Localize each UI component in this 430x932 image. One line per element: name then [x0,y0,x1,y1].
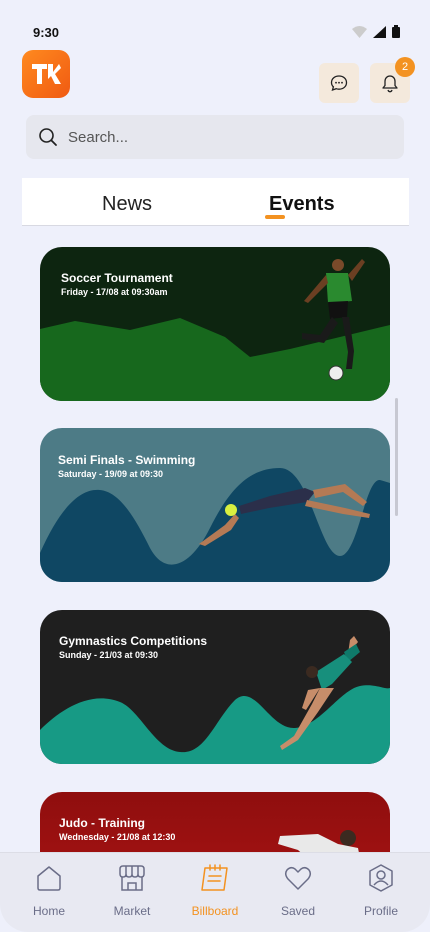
nav-label: Home [32,904,65,918]
home-icon [37,866,61,891]
battery-icon [392,25,400,38]
nav-profile[interactable]: Profile [341,863,421,918]
app-logo[interactable] [22,50,70,98]
bell-icon [382,74,398,92]
scrollbar[interactable] [395,398,398,516]
event-title: Judo - Training [59,816,145,830]
chat-icon [330,75,348,92]
event-title: Soccer Tournament [61,271,173,285]
nav-label: Billboard [191,904,239,918]
nav-home[interactable]: Home [9,863,89,918]
heart-icon [284,866,312,890]
bottom-navigation: Home Market Billboard Saved Profile [0,852,430,932]
tk-logo-icon [32,64,61,84]
nav-saved[interactable]: Saved [258,863,338,918]
wifi-icon [352,25,367,38]
event-date: Saturday - 19/09 at 09:30 [58,469,164,479]
tab-events[interactable]: Events [269,193,335,216]
search-bar[interactable] [26,115,404,159]
event-date: Friday - 17/08 at 09:30am [61,287,168,297]
app-screen: 9:30 2 News [0,0,430,932]
status-time: 9:30 [33,25,60,40]
status-bar: 9:30 [0,0,430,50]
nav-label: Profile [363,904,398,918]
event-card-gymnastics[interactable]: Gymnastics Competitions Sunday - 21/03 a… [40,610,390,764]
soccer-player-image [302,259,365,381]
profile-icon [369,864,393,892]
status-icons [352,25,400,38]
nav-label: Market [113,904,151,918]
messages-button[interactable] [319,63,359,103]
nav-billboard[interactable]: Billboard [175,863,255,918]
nav-market[interactable]: Market [92,863,172,918]
event-title: Semi Finals - Swimming [58,453,196,467]
tab-news[interactable]: News [102,193,152,216]
search-input[interactable] [68,128,368,146]
gymnast-image [280,636,360,750]
content-tabs: News Events [22,178,409,226]
active-tab-indicator [265,215,285,219]
signal-icon [373,25,386,38]
event-title: Gymnastics Competitions [59,634,208,648]
event-card-soccer[interactable]: Soccer Tournament Friday - 17/08 at 09:3… [40,247,390,401]
billboard-icon [201,864,228,891]
notification-badge: 2 [395,57,415,77]
swimmer-image [199,484,370,546]
market-icon [119,865,145,891]
event-date: Sunday - 21/03 at 09:30 [59,650,159,660]
search-icon [39,128,57,146]
nav-label: Saved [280,904,316,918]
event-card-swimming[interactable]: Semi Finals - Swimming Saturday - 19/09 … [40,428,390,582]
event-date: Wednesday - 21/08 at 12:30 [59,832,176,842]
